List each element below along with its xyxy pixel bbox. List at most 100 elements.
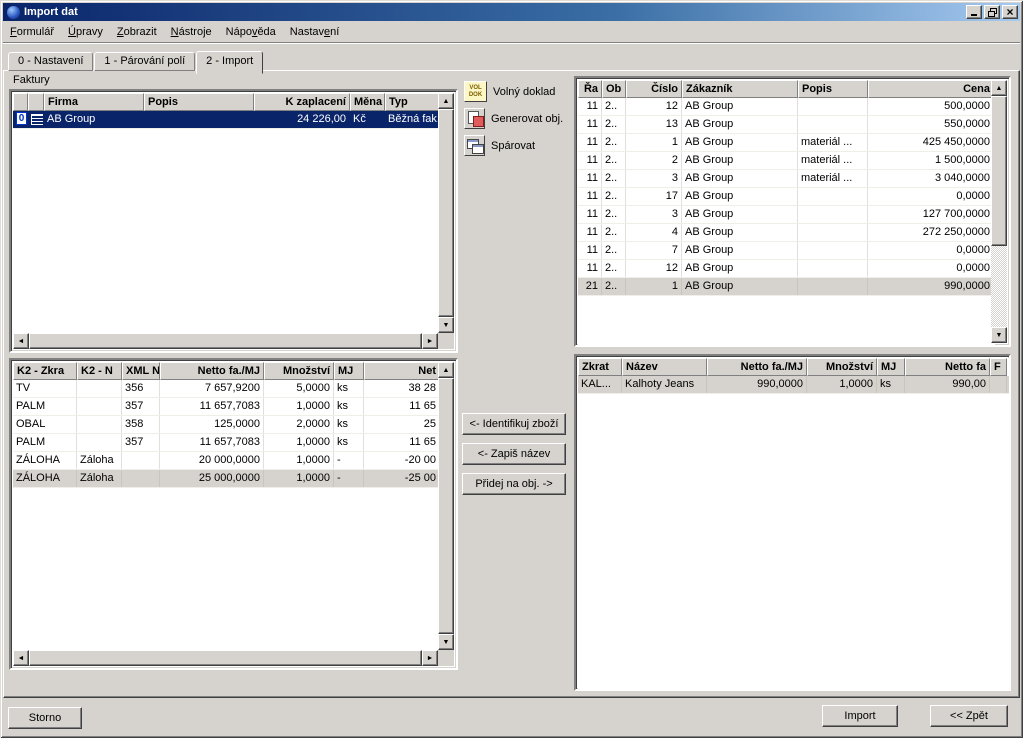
pair-windows-icon[interactable] xyxy=(464,135,485,156)
invoices-group-label: Faktury xyxy=(13,74,50,86)
scroll-down-icon[interactable]: ▼ xyxy=(991,327,1007,343)
column-header[interactable]: MJ xyxy=(877,358,905,376)
column-header[interactable]: XML N xyxy=(122,362,160,380)
table-row[interactable]: 112..2AB Groupmateriál ...1 500,0000 xyxy=(578,152,995,170)
table-row[interactable]: ZÁLOHAZáloha20 000,00001,0000--20 00 xyxy=(13,452,442,470)
scrollbar-corner xyxy=(438,650,454,666)
column-header[interactable]: Netto fa xyxy=(905,358,990,376)
column-header[interactable] xyxy=(28,93,44,111)
table-row[interactable]: 112..4AB Group272 250,0000 xyxy=(578,224,995,242)
scroll-up-icon[interactable]: ▲ xyxy=(438,362,454,378)
restore-button[interactable] xyxy=(984,5,1000,19)
column-header[interactable]: Název xyxy=(622,358,707,376)
vertical-scrollbar[interactable]: ▲ ▼ xyxy=(991,80,1007,343)
table-row[interactable]: 112..12AB Group500,0000 xyxy=(578,98,995,116)
invoice-items-panel: K2 - ZkraK2 - NXML NNetto fa./MJMnožství… xyxy=(9,358,458,670)
table-row[interactable]: ZÁLOHAZáloha25 000,00001,0000--25 00 xyxy=(13,470,442,488)
minimize-button[interactable] xyxy=(966,5,982,19)
column-header[interactable]: Číslo xyxy=(626,80,682,98)
table-row[interactable]: AB Group24 226,00KčBěžná fak... xyxy=(13,111,442,129)
scrollbar-thumb[interactable] xyxy=(991,96,1007,246)
action-label: Spárovat xyxy=(491,140,535,152)
column-header[interactable]: F xyxy=(990,358,1007,376)
table-row[interactable]: 112..13AB Group550,0000 xyxy=(578,116,995,134)
table-row[interactable]: 112..3AB Groupmateriál ...3 040,0000 xyxy=(578,170,995,188)
column-header[interactable]: Netto fa./MJ xyxy=(160,362,264,380)
scroll-right-icon[interactable]: ► xyxy=(422,650,438,666)
action-button-2[interactable]: Přidej na obj. -> xyxy=(462,473,566,495)
scroll-left-icon[interactable]: ◄ xyxy=(13,333,29,349)
scroll-down-icon[interactable]: ▼ xyxy=(438,634,454,650)
scroll-up-icon[interactable]: ▲ xyxy=(438,93,454,109)
action-voldok[interactable]: Volný doklad xyxy=(464,81,555,102)
orders-panel: ŘaObČísloZákazníkPopisCena112..12AB Grou… xyxy=(574,76,1011,347)
tab-0[interactable]: 0 - Nastavení xyxy=(8,52,93,71)
vertical-scrollbar[interactable]: ▲ ▼ xyxy=(438,362,454,650)
column-header[interactable]: Netto fa./MJ xyxy=(707,358,807,376)
column-header[interactable]: Množství xyxy=(807,358,877,376)
column-header[interactable]: Měna xyxy=(350,93,385,111)
table-row[interactable]: 112..3AB Group127 700,0000 xyxy=(578,206,995,224)
tab-1[interactable]: 1 - Párování polí xyxy=(94,52,195,71)
column-header[interactable] xyxy=(13,93,28,111)
scrollbar-thumb[interactable] xyxy=(438,378,454,634)
order-items-panel: ZkratNázevNetto fa./MJMnožstvíMJNetto fa… xyxy=(574,354,1011,691)
table-row[interactable]: PALM35711 657,70831,0000ks11 65 xyxy=(13,398,442,416)
scroll-right-icon[interactable]: ► xyxy=(422,333,438,349)
menu-item-3[interactable]: Nástroje xyxy=(164,22,219,42)
vertical-scrollbar[interactable]: ▲ ▼ xyxy=(438,93,454,333)
column-header[interactable]: Zkrat xyxy=(578,358,622,376)
table-row[interactable]: 112..17AB Group0,0000 xyxy=(578,188,995,206)
column-header[interactable]: K zaplacení xyxy=(254,93,350,111)
action-generate-doc[interactable]: Generovat obj. xyxy=(464,108,563,129)
action-button-0[interactable]: <- Identifikuj zboží xyxy=(462,413,566,435)
column-header[interactable]: K2 - N xyxy=(77,362,122,380)
column-header[interactable]: Popis xyxy=(798,80,868,98)
voldok-icon[interactable] xyxy=(464,81,487,102)
tab-strip: 0 - Nastavení1 - Párování polí2 - Import xyxy=(8,52,264,71)
column-header[interactable]: Řa xyxy=(578,80,602,98)
table-row[interactable]: 212..1AB Group990,0000 xyxy=(578,278,995,296)
table-row[interactable]: KAL...Kalhoty Jeans990,00001,0000ks990,0… xyxy=(578,376,1011,394)
scrollbar-thumb[interactable] xyxy=(29,650,422,666)
scrollbar-thumb[interactable] xyxy=(29,333,422,349)
menu-item-2[interactable]: Zobrazit xyxy=(110,22,164,42)
action-pair-windows[interactable]: Spárovat xyxy=(464,135,535,156)
generate-doc-icon[interactable] xyxy=(464,108,485,129)
menu-item-5[interactable]: Nastavení xyxy=(283,22,347,42)
invoice-items-table: K2 - ZkraK2 - NXML NNetto fa./MJMnožství… xyxy=(13,362,442,654)
action-label: Volný doklad xyxy=(493,86,555,98)
column-header[interactable]: MJ xyxy=(334,362,364,380)
storno-button[interactable]: Storno xyxy=(8,707,82,729)
column-header[interactable]: Net xyxy=(364,362,440,380)
menu-item-1[interactable]: Úpravy xyxy=(61,22,110,42)
table-row[interactable]: TV3567 657,92005,0000ks38 28 xyxy=(13,380,442,398)
table-row[interactable]: 112..12AB Group0,0000 xyxy=(578,260,995,278)
menu-item-0[interactable]: Formulář xyxy=(3,22,61,42)
table-row[interactable]: 112..1AB Groupmateriál ...425 450,0000 xyxy=(578,134,995,152)
close-button[interactable]: × xyxy=(1002,5,1018,19)
column-header[interactable]: Ob xyxy=(602,80,626,98)
import-button[interactable]: Import xyxy=(822,705,898,727)
scroll-left-icon[interactable]: ◄ xyxy=(13,650,29,666)
action-button-1[interactable]: <- Zapiš název xyxy=(462,443,566,465)
column-header[interactable]: Popis xyxy=(144,93,254,111)
horizontal-scrollbar[interactable]: ◄ ► xyxy=(13,333,438,349)
column-header[interactable]: Typ xyxy=(385,93,441,111)
table-row[interactable]: 112..7AB Group0,0000 xyxy=(578,242,995,260)
column-header[interactable]: K2 - Zkra xyxy=(13,362,77,380)
table-row[interactable]: PALM35711 657,70831,0000ks11 65 xyxy=(13,434,442,452)
scroll-up-icon[interactable]: ▲ xyxy=(991,80,1007,96)
order-items-table: ZkratNázevNetto fa./MJMnožstvíMJNetto fa… xyxy=(578,358,1011,691)
table-row[interactable]: OBAL358125,00002,0000ks25 xyxy=(13,416,442,434)
scroll-down-icon[interactable]: ▼ xyxy=(438,317,454,333)
horizontal-scrollbar[interactable]: ◄ ► xyxy=(13,650,438,666)
column-header[interactable]: Firma xyxy=(44,93,144,111)
scrollbar-thumb[interactable] xyxy=(438,109,454,317)
back-button[interactable]: << Zpět xyxy=(930,705,1008,727)
menu-item-4[interactable]: Nápověda xyxy=(219,22,283,42)
column-header[interactable]: Množství xyxy=(264,362,334,380)
tab-2[interactable]: 2 - Import xyxy=(196,51,263,74)
column-header[interactable]: Cena xyxy=(868,80,994,98)
column-header[interactable]: Zákazník xyxy=(682,80,798,98)
